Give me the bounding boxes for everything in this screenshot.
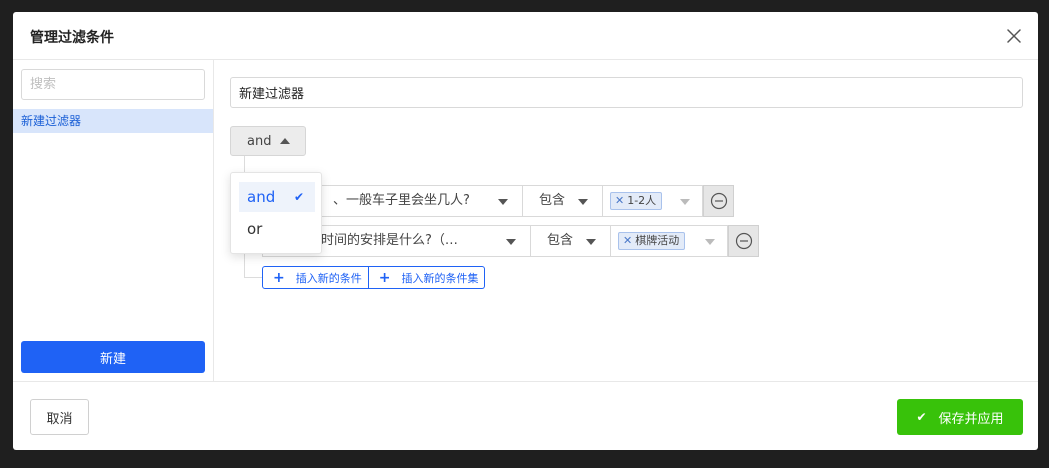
condition-question-text: 、一般车子里会坐几人?	[333, 193, 470, 208]
minus-circle-icon	[710, 192, 727, 210]
value-tag: ✕ 棋牌活动	[618, 232, 686, 250]
condition-operator-select[interactable]: 包含	[531, 225, 611, 257]
sidebar-item-new-filter[interactable]: 新建过滤器	[13, 109, 213, 133]
add-condition-label: 插入新的条件	[295, 271, 362, 285]
logic-option-label: and	[247, 188, 276, 206]
modal-header: 管理过滤条件	[13, 12, 1038, 60]
condition-row: 时间的安排是什么?（… 包含 ✕ 棋牌活动	[262, 225, 759, 257]
condition-operator-text: 包含	[547, 233, 574, 248]
remove-condition-button[interactable]	[728, 225, 759, 257]
new-filter-button[interactable]: 新建	[21, 341, 205, 373]
filter-editor: and 、一般车子里会坐几人? 包含 ✕1-2人	[214, 60, 1038, 381]
plus-icon: +	[378, 269, 391, 286]
logic-option-and[interactable]: and ✔	[239, 182, 315, 212]
logic-option-or[interactable]: or	[239, 214, 315, 244]
modal-title: 管理过滤条件	[30, 30, 114, 46]
modal-footer: 取消 ✔ 保存并应用	[13, 381, 1038, 450]
value-tag-label: 棋牌活动	[635, 234, 680, 247]
remove-condition-button[interactable]	[703, 185, 734, 217]
filter-name-input[interactable]	[230, 77, 1023, 108]
logic-option-label: or	[247, 220, 263, 238]
manage-filters-modal: 管理过滤条件 新建过滤器 新建 and 、一般车子里会坐几人? 包含	[13, 12, 1038, 450]
check-icon: ✔	[293, 190, 304, 204]
chevron-down-icon	[586, 239, 596, 245]
tree-connector	[244, 277, 262, 278]
value-tag-label: 1-2人	[627, 194, 657, 207]
save-and-apply-button[interactable]: ✔ 保存并应用	[897, 399, 1023, 435]
search-input[interactable]	[21, 69, 205, 100]
logic-dropdown-menu: and ✔ or	[230, 172, 322, 254]
plus-icon: +	[273, 269, 285, 286]
close-icon[interactable]	[1004, 26, 1024, 46]
tag-remove-icon[interactable]: ✕	[623, 234, 632, 247]
check-icon: ✔	[916, 410, 927, 424]
chevron-down-icon	[705, 239, 715, 245]
condition-operator-select[interactable]: 包含	[523, 185, 603, 217]
add-condition-set-label: 插入新的条件集	[401, 271, 479, 285]
condition-value-select[interactable]: ✕ 棋牌活动	[611, 225, 728, 257]
add-condition-button[interactable]: + 插入新的条件	[262, 266, 369, 289]
cancel-button[interactable]: 取消	[30, 399, 89, 435]
save-and-apply-label: 保存并应用	[938, 411, 1004, 427]
logic-select-value: and	[247, 133, 272, 149]
value-tag: ✕ 1-2人	[610, 192, 663, 210]
condition-operator-text: 包含	[539, 193, 566, 208]
condition-row: 、一般车子里会坐几人? 包含 ✕ 1-2人	[262, 185, 734, 217]
caret-up-icon	[280, 138, 290, 144]
chevron-down-icon	[506, 239, 516, 245]
filter-sidebar: 新建过滤器 新建	[13, 60, 214, 381]
chevron-down-icon	[498, 199, 508, 205]
minus-circle-icon	[735, 232, 752, 250]
tag-remove-icon[interactable]: ✕	[615, 194, 624, 207]
add-condition-set-button[interactable]: + 插入新的条件集	[368, 266, 486, 289]
add-buttons-group: + 插入新的条件 + 插入新的条件集	[262, 266, 486, 289]
condition-value-select[interactable]: ✕ 1-2人	[603, 185, 703, 217]
logic-select[interactable]: and	[230, 126, 306, 156]
condition-question-text: 时间的安排是什么?（…	[321, 233, 458, 248]
chevron-down-icon	[680, 199, 690, 205]
chevron-down-icon	[578, 199, 588, 205]
